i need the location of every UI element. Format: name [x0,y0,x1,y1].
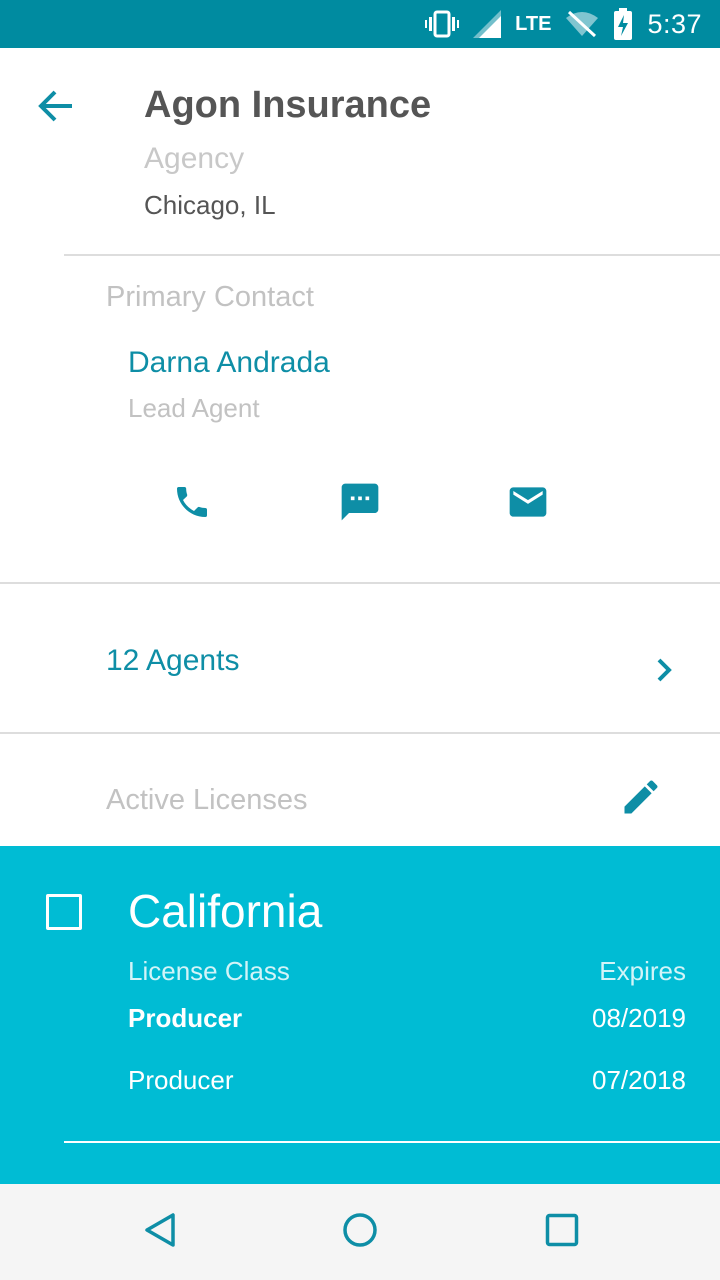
battery-charging-icon [613,8,633,40]
nav-home-button[interactable] [332,1204,388,1260]
call-button[interactable] [164,476,220,532]
signal-icon [473,10,502,38]
license-checkbox[interactable] [46,894,82,930]
entity-type: Agency [144,142,245,175]
vibrate-icon [425,9,460,39]
active-licenses-label: Active Licenses [106,784,308,816]
recents-square-icon [545,1213,579,1252]
agents-count: 12 Agents [106,644,240,677]
divider [0,732,720,734]
back-button[interactable] [32,84,80,132]
license-class: Producer [128,1065,234,1095]
license-expires: 08/2019 [592,1003,686,1033]
email-icon [506,480,550,529]
location: Chicago, IL [144,190,276,220]
back-triangle-icon [143,1212,177,1253]
edit-licenses-button[interactable] [614,772,668,826]
message-icon [338,480,382,529]
home-circle-icon [342,1212,378,1253]
pencil-icon [619,775,663,824]
divider [64,254,720,256]
divider [64,1141,720,1143]
agents-row[interactable]: 12 Agents [0,584,720,732]
license-class: Producer [128,1003,243,1033]
license-class-header: License Class [128,956,290,986]
license-card[interactable]: California License Class Expires Produce… [0,846,720,1184]
wifi-off-icon [565,10,599,38]
status-bar: LTE 5:37 [0,0,720,48]
email-button[interactable] [500,476,556,532]
nav-bar [0,1184,720,1280]
message-button[interactable] [332,476,388,532]
contact-name[interactable]: Darna Andrada [128,346,330,380]
phone-icon [172,482,212,527]
network-type: LTE [515,12,552,35]
license-expires: 07/2018 [592,1065,686,1095]
chevron-right-icon [644,650,684,690]
primary-contact-label: Primary Contact [106,281,314,313]
nav-recents-button[interactable] [534,1204,590,1260]
page-title: Agon Insurance [144,84,432,126]
nav-back-button[interactable] [132,1204,188,1260]
clock: 5:37 [647,8,702,39]
expires-header: Expires [599,956,686,986]
arrow-back-icon [38,90,74,127]
license-state: California [128,885,323,937]
contact-role: Lead Agent [128,393,260,423]
